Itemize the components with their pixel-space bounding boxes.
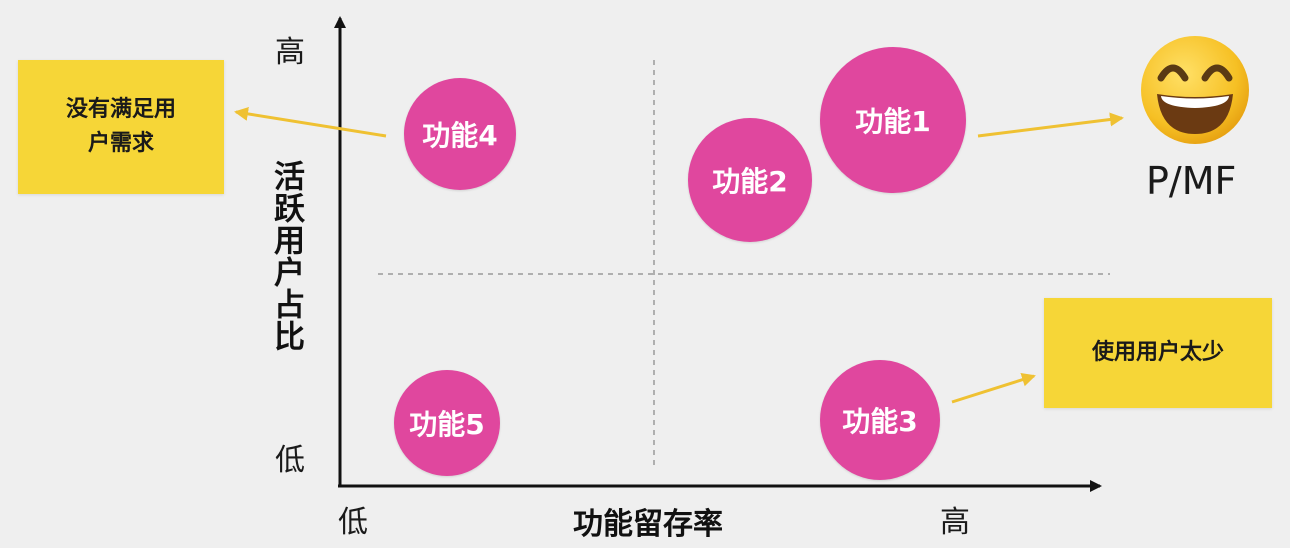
feature-3-bubble: 功能3 [820,360,940,480]
arrow-to-few-users [951,372,1036,404]
y-axis-title: 活跃用户占比 [268,160,304,352]
pmf-label: P/MF [1146,159,1237,203]
feature-1-bubble: 功能1 [820,47,966,193]
feature-5-bubble: 功能5 [394,370,500,476]
few-users-note: 使用用户太少 [1044,298,1272,408]
unmet-needs-note-text: 没有满足用户需求 [66,96,177,156]
x-axis-low-label: 低 [338,505,368,540]
quadrant-diagram: 高 低 低 高 功能留存率 活跃用户占比 功能1 功能2 功能3 功能4 功能5… [0,0,1290,548]
x-axis-title: 功能留存率 [573,507,723,542]
arrow-to-pmf [977,112,1124,138]
feature-4-bubble: 功能4 [404,78,516,190]
y-axis-high-label: 高 [275,35,305,70]
grinning-face-icon [1139,34,1251,146]
feature-2-bubble: 功能2 [688,118,812,242]
y-axis-low-label: 低 [275,443,305,478]
unmet-needs-note: 没有满足用户需求 [18,60,224,194]
few-users-note-text: 使用用户太少 [1091,339,1224,365]
arrow-to-unmet-needs [234,106,387,138]
x-axis-high-label: 高 [940,505,970,540]
